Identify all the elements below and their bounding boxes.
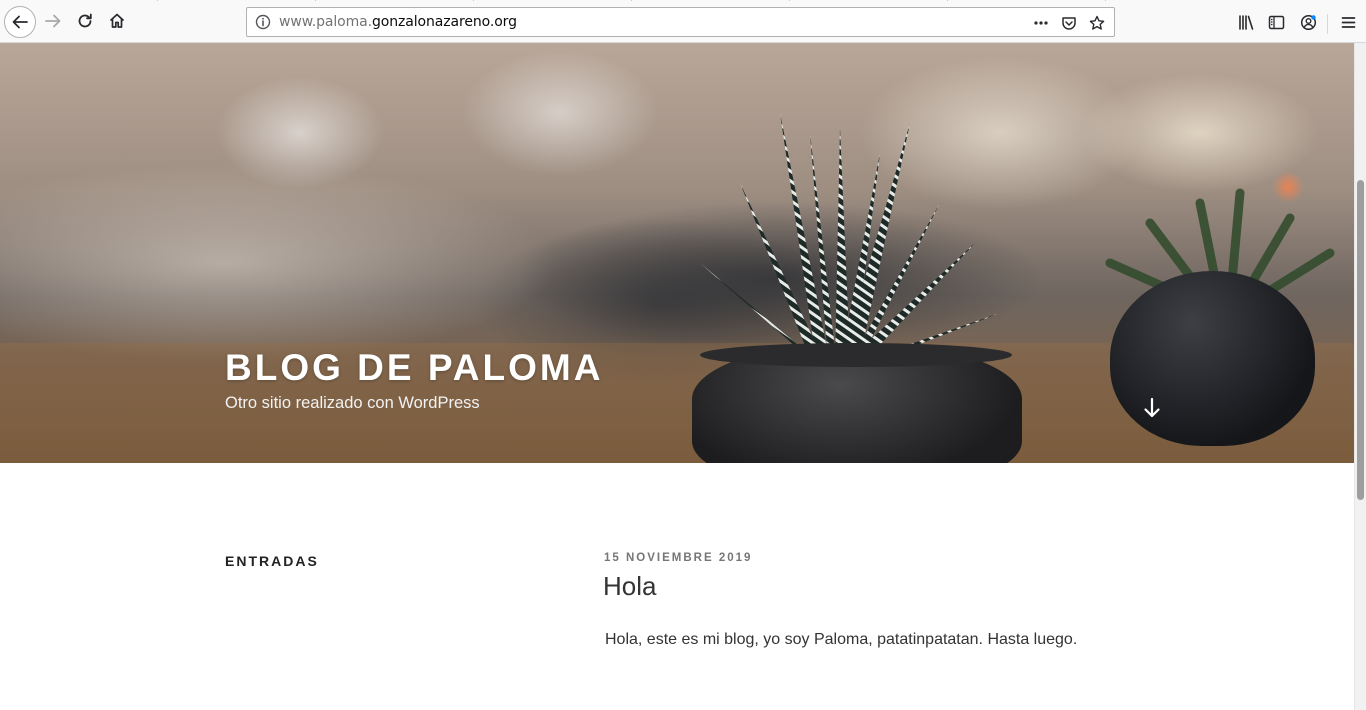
toolbar-separator xyxy=(1327,14,1328,34)
page-scrollbar[interactable] xyxy=(1354,43,1366,710)
library-icon xyxy=(1238,14,1253,30)
sidebar-icon xyxy=(1268,15,1284,29)
forward-arrow-icon xyxy=(45,14,61,28)
url-text[interactable]: www.paloma.gonzalonazareno.org xyxy=(279,14,517,30)
url-prefix: www.paloma. xyxy=(279,14,373,30)
menu-button[interactable] xyxy=(1334,8,1362,36)
hamburger-menu-icon xyxy=(1341,16,1355,28)
account-button[interactable] xyxy=(1294,8,1322,36)
more-dots-icon[interactable] xyxy=(1030,12,1052,34)
background-blur xyxy=(0,163,560,363)
post-content: Hola, este es mi blog, yo soy Paloma, pa… xyxy=(605,631,1078,648)
post-title[interactable]: Hola xyxy=(603,571,656,602)
forward-button[interactable] xyxy=(38,6,68,36)
home-button[interactable] xyxy=(102,6,132,36)
reload-icon xyxy=(78,13,92,28)
plant-pot-rim xyxy=(700,343,1012,367)
arrow-down-icon xyxy=(1144,397,1160,418)
tab-strip-edge xyxy=(0,0,1366,2)
library-button[interactable] xyxy=(1232,8,1260,36)
back-arrow-icon xyxy=(12,15,28,29)
web-page: BLOG DE PALOMA Otro sitio realizado con … xyxy=(0,43,1354,710)
browser-toolbar: www.paloma.gonzalonazareno.org xyxy=(0,0,1366,43)
post-date[interactable]: 15 NOVIEMBRE 2019 xyxy=(604,552,752,564)
url-actions xyxy=(1030,12,1108,34)
home-icon xyxy=(109,13,125,28)
site-tagline: Otro sitio realizado con WordPress xyxy=(225,394,480,412)
section-heading: ENTRADAS xyxy=(225,553,319,569)
star-icon[interactable] xyxy=(1086,12,1108,34)
back-button[interactable] xyxy=(4,6,36,38)
site-title[interactable]: BLOG DE PALOMA xyxy=(225,347,603,389)
scroll-down-button[interactable] xyxy=(1141,396,1163,420)
hero-header: BLOG DE PALOMA Otro sitio realizado con … xyxy=(0,43,1354,463)
sidebar-button[interactable] xyxy=(1262,8,1290,36)
succulent-plant-image xyxy=(660,113,1000,365)
url-bar[interactable]: www.paloma.gonzalonazareno.org xyxy=(246,7,1115,37)
info-icon[interactable] xyxy=(255,14,271,30)
pocket-icon[interactable] xyxy=(1058,12,1080,34)
url-domain: gonzalonazareno.org xyxy=(372,14,517,30)
reload-button[interactable] xyxy=(70,6,100,36)
account-icon xyxy=(1300,14,1316,30)
scrollbar-thumb[interactable] xyxy=(1357,180,1364,500)
